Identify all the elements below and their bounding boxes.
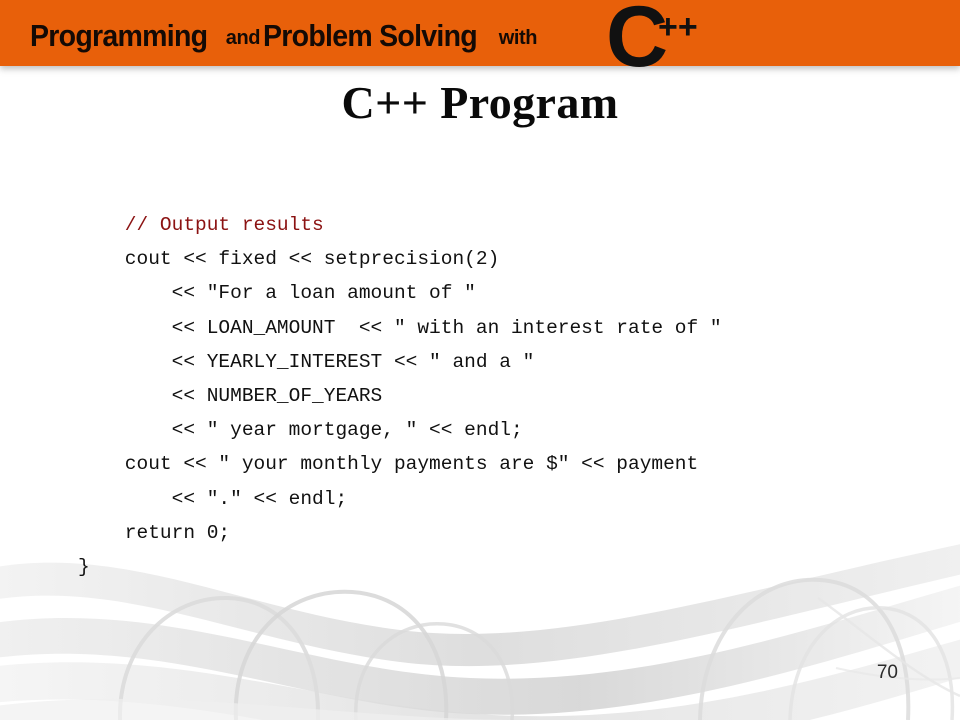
page-title: C++ Program (341, 77, 619, 128)
code-line: << "For a loan amount of " (78, 282, 476, 305)
banner-segment-programming: Programming (30, 18, 208, 53)
cpp-logo-icon: C ++ (606, 0, 698, 72)
course-banner: Programming andProblem Solving with C ++ (0, 0, 960, 72)
code-listing: // Output results cout << fixed << setpr… (78, 208, 938, 584)
banner-segment-problem-solving: Problem Solving (263, 18, 478, 53)
code-line: << "." << endl; (78, 487, 348, 510)
banner-title: Programming andProblem Solving with (30, 18, 540, 54)
code-line: // Output results (78, 214, 324, 236)
code-line: << YEARLY_INTEREST << " and a " (78, 350, 535, 373)
banner-segment-with: with (498, 27, 538, 49)
code-line: << NUMBER_OF_YEARS (78, 384, 383, 407)
svg-text:++: ++ (658, 8, 698, 46)
code-line: << " year mortgage, " << endl; (78, 419, 523, 442)
banner-segment-and: and (225, 27, 261, 49)
code-line: << LOAN_AMOUNT << " with an interest rat… (78, 316, 722, 339)
code-line: cout << fixed << setprecision(2) (78, 248, 500, 271)
slide: Programming andProblem Solving with C ++ C… (0, 0, 960, 720)
code-line: return 0; (78, 521, 231, 544)
page-number: 70 (876, 662, 898, 683)
code-line: cout << " your monthly payments are $" <… (78, 453, 699, 476)
code-line: } (78, 555, 90, 578)
